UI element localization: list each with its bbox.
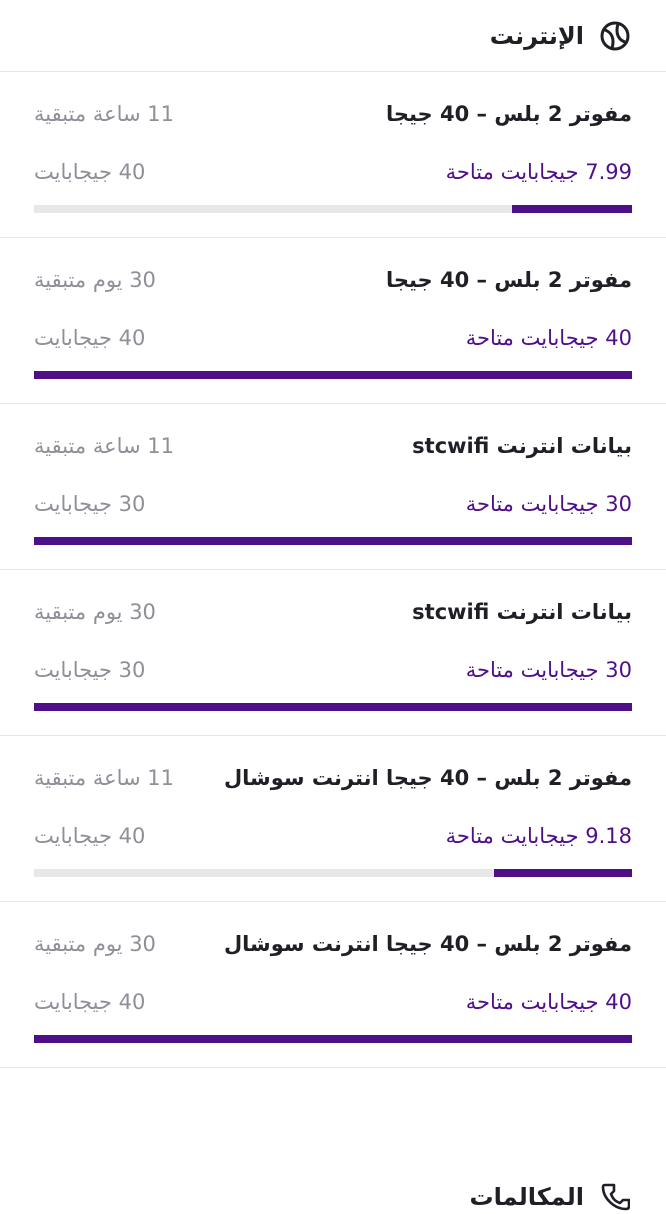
plan-name: مفوتر 2 بلس – 40 جيجا — [385, 102, 632, 126]
data-total: 40 جيجابايت — [34, 326, 146, 350]
time-remaining: 11 ساعة متبقية — [34, 434, 175, 458]
plan-name: مفوتر 2 بلس – 40 جيجا انترنت سوشال — [223, 932, 632, 956]
plan-name: مفوتر 2 بلس – 40 جيجا — [385, 268, 632, 292]
plan-name: بيانات انترنت stcwifi — [412, 600, 632, 624]
time-remaining: 30 يوم متبقية — [34, 600, 156, 624]
data-plan-item[interactable]: مفوتر 2 بلس – 40 جيجا انترنت سوشال 30 يو… — [0, 902, 666, 1068]
usage-progress-bar — [34, 869, 632, 877]
data-plan-item[interactable]: بيانات انترنت stcwifi 11 ساعة متبقية 30 … — [0, 404, 666, 570]
data-total: 40 جيجابايت — [34, 824, 146, 848]
data-total: 40 جيجابايت — [34, 990, 146, 1014]
plan-name: بيانات انترنت stcwifi — [412, 434, 632, 458]
usage-progress-fill — [34, 703, 632, 711]
data-total: 30 جيجابايت — [34, 658, 146, 682]
data-available: 7.99 جيجابايت متاحة — [445, 160, 632, 184]
usage-progress-fill — [34, 1035, 632, 1043]
usage-progress-bar — [34, 1035, 632, 1043]
data-available: 40 جيجابايت متاحة — [465, 990, 632, 1014]
bottom-area: المكالمات — [0, 1065, 666, 1211]
time-remaining: 30 يوم متبقية — [34, 932, 156, 956]
plan-name: مفوتر 2 بلس – 40 جيجا انترنت سوشال — [223, 766, 632, 790]
usage-progress-fill — [34, 371, 632, 379]
section-title: المكالمات — [469, 1183, 584, 1211]
globe-icon — [598, 19, 632, 53]
time-remaining: 11 ساعة متبقية — [34, 102, 175, 126]
data-plan-item[interactable]: مفوتر 2 بلس – 40 جيجا انترنت سوشال 11 سا… — [0, 736, 666, 902]
time-remaining: 11 ساعة متبقية — [34, 766, 175, 790]
internet-items: مفوتر 2 بلس – 40 جيجا 11 ساعة متبقية 7.9… — [0, 72, 666, 1068]
usage-progress-bar — [34, 205, 632, 213]
data-available: 40 جيجابايت متاحة — [465, 326, 632, 350]
data-available: 30 جيجابايت متاحة — [465, 492, 632, 516]
data-plan-item[interactable]: بيانات انترنت stcwifi 30 يوم متبقية 30 ج… — [0, 570, 666, 736]
data-total: 30 جيجابايت — [34, 492, 146, 516]
data-plan-item[interactable]: مفوتر 2 بلس – 40 جيجا 11 ساعة متبقية 7.9… — [0, 72, 666, 238]
usage-progress-bar — [34, 537, 632, 545]
section-title: الإنترنت — [489, 21, 584, 50]
screen: الإنترنت مفوتر 2 بلس – 40 جيجا 11 ساعة م… — [0, 0, 666, 1211]
usage-progress-fill — [494, 869, 632, 877]
time-remaining: 30 يوم متبقية — [34, 268, 156, 292]
data-available: 9.18 جيجابايت متاحة — [445, 824, 632, 848]
internet-section-header[interactable]: الإنترنت — [0, 0, 666, 72]
data-plan-item[interactable]: مفوتر 2 بلس – 40 جيجا 30 يوم متبقية 40 ج… — [0, 238, 666, 404]
usage-progress-fill — [512, 205, 632, 213]
phone-icon — [598, 1180, 632, 1214]
data-total: 40 جيجابايت — [34, 160, 146, 184]
data-available: 30 جيجابايت متاحة — [465, 658, 632, 682]
usage-progress-fill — [34, 537, 632, 545]
calls-section-header[interactable]: المكالمات — [469, 1180, 632, 1214]
usage-progress-bar — [34, 371, 632, 379]
usage-progress-bar — [34, 703, 632, 711]
